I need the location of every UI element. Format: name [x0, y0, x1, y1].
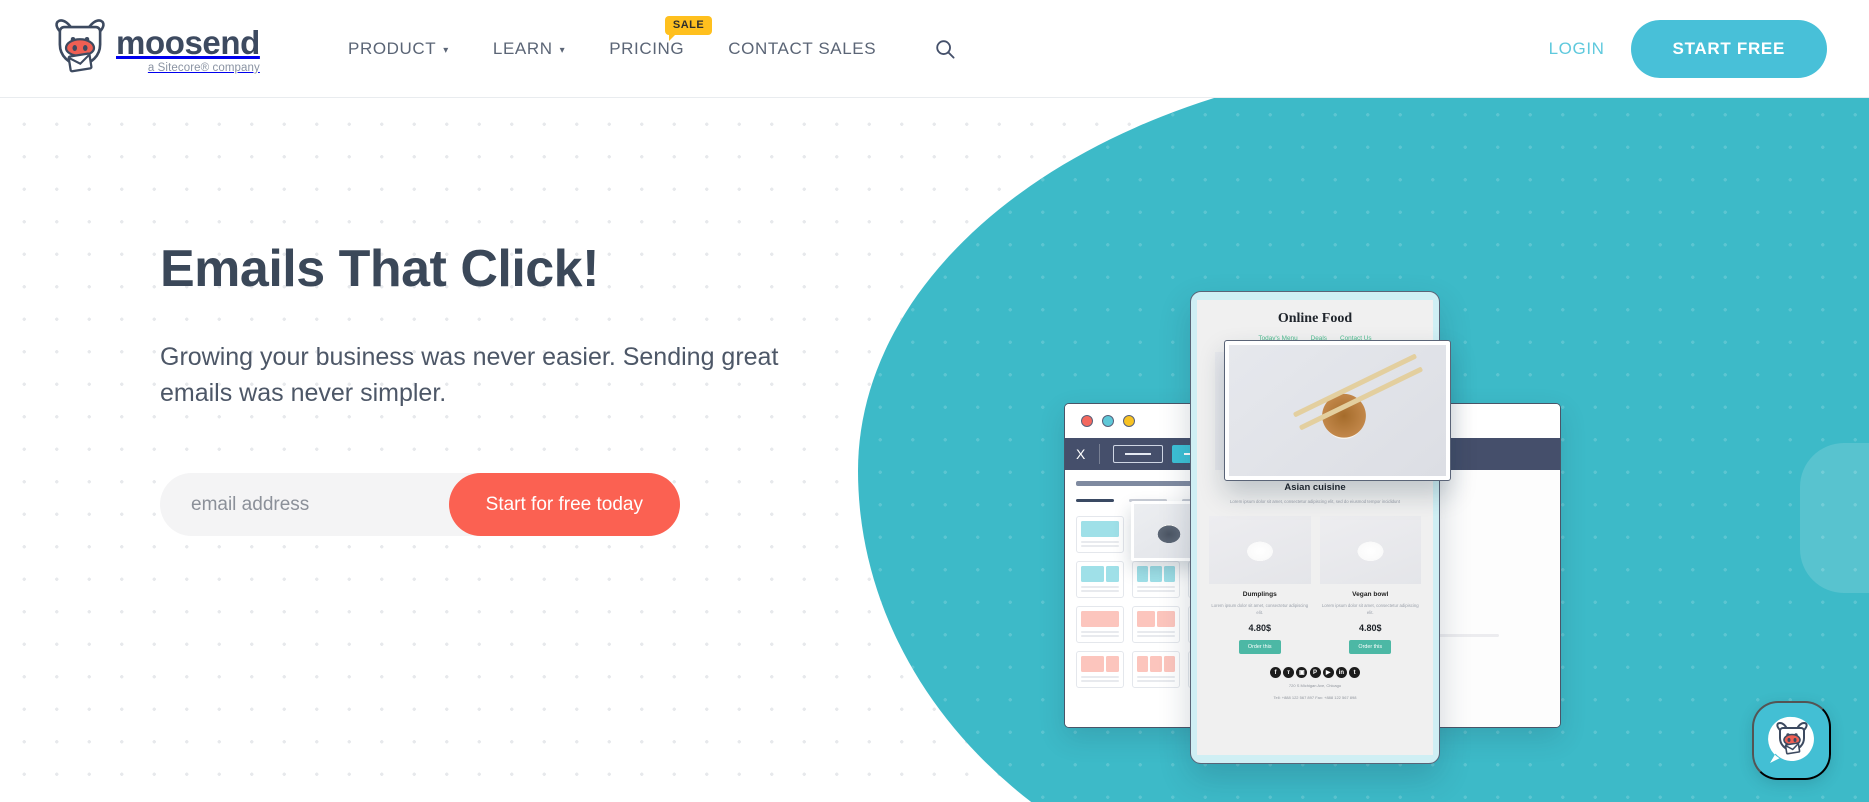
- twitter-icon[interactable]: т: [1283, 667, 1295, 679]
- hero-subtitle: Growing your business was never easier. …: [160, 343, 779, 407]
- nav-label: PRICING: [609, 39, 685, 58]
- window-maximize-dot[interactable]: [1123, 415, 1135, 427]
- header-actions: LOGIN START FREE: [1523, 0, 1827, 98]
- email-product-list: Dumplings Lorem ipsum dolor sit amet, co…: [1197, 516, 1433, 655]
- toolbar-divider: [1099, 444, 1101, 464]
- logo-wordmark: moosend: [116, 24, 260, 61]
- nav-item-pricing[interactable]: PRICING SALE: [587, 16, 713, 67]
- moosend-logo[interactable]: moosend a Sitecore® company: [52, 18, 260, 78]
- chevron-down-icon: ▾: [559, 44, 566, 56]
- dumplings-photo: [1229, 345, 1446, 476]
- email-brand-title: Online Food: [1277, 311, 1353, 326]
- nav-label: PRODUCT: [348, 39, 437, 58]
- logo-text: moosend a Sitecore® company: [116, 26, 260, 78]
- chopstick: [1298, 366, 1424, 431]
- start-for-free-button[interactable]: Start for free today: [448, 473, 680, 537]
- hero-section: Emails That Click! Growing your business…: [0, 98, 1869, 802]
- email-product-item: Dumplings Lorem ipsum dolor sit amet, co…: [1209, 516, 1311, 655]
- layout-block[interactable]: [1076, 561, 1124, 598]
- cow-mascot-icon: [55, 19, 105, 73]
- layout-block[interactable]: [1076, 651, 1124, 688]
- layout-block[interactable]: [1076, 606, 1124, 643]
- order-button[interactable]: Order this: [1238, 640, 1281, 655]
- sidebar-tab[interactable]: [1076, 499, 1114, 502]
- layout-block[interactable]: [1132, 561, 1180, 598]
- sale-badge: SALE: [664, 16, 713, 41]
- email-address-line-2: Tell: +888 122 567 897 Fax: +888 122 567…: [1273, 694, 1357, 700]
- signup-form: Start for free today: [160, 473, 680, 537]
- hero-copy: Emails That Click! Growing your business…: [160, 240, 880, 537]
- layout-block[interactable]: [1076, 516, 1124, 553]
- email-footer: f т ▣ P ▶ in t 720 S Michigan Ave, Chica…: [1197, 667, 1433, 711]
- email-section-title: Asian cuisine: [1284, 482, 1346, 493]
- social-links: f т ▣ P ▶ in t: [1197, 667, 1433, 679]
- hero-illustration: X Online Food Today's Menu Deals Contact…: [1055, 218, 1575, 802]
- toolbar-button[interactable]: [1113, 445, 1164, 463]
- site-header: moosend a Sitecore® company PRODUCT ▾ LE…: [0, 0, 1869, 98]
- window-minimize-dot[interactable]: [1102, 415, 1114, 427]
- search-button[interactable]: [920, 30, 970, 68]
- nav-label: LEARN: [492, 39, 553, 58]
- decorative-square: [1800, 443, 1869, 593]
- product-description: Lorem ipsum dolor sit amet, consectetur …: [1211, 603, 1309, 615]
- chevron-down-icon: ▾: [443, 44, 449, 56]
- nav-label: CONTACT SALES: [728, 39, 877, 58]
- product-photo: [1209, 516, 1311, 585]
- product-description: Lorem ipsum dolor sit amet, consectetur …: [1321, 603, 1419, 615]
- product-photo: [1319, 516, 1421, 585]
- main-nav: PRODUCT ▾ LEARN ▾ PRICING SALE CONTACT S…: [326, 0, 970, 98]
- login-link[interactable]: LOGIN: [1523, 29, 1631, 69]
- page-root: moosend a Sitecore® company PRODUCT ▾ LE…: [0, 0, 1869, 802]
- product-price: 4.80$: [1248, 623, 1272, 634]
- order-button[interactable]: Order this: [1349, 640, 1392, 655]
- chat-widget-button[interactable]: [1752, 701, 1831, 780]
- product-name: Vegan bowl: [1352, 591, 1389, 599]
- nav-item-contact-sales[interactable]: CONTACT SALES: [706, 31, 898, 67]
- moosend-cow-chat-icon: [1767, 716, 1814, 763]
- instagram-icon[interactable]: ▣: [1296, 667, 1308, 679]
- chopstick: [1292, 353, 1418, 418]
- product-name: Dumplings: [1242, 591, 1277, 599]
- close-icon[interactable]: X: [1076, 446, 1085, 462]
- youtube-icon[interactable]: ▶: [1322, 667, 1334, 679]
- email-product-item: Vegan bowl Lorem ipsum dolor sit amet, c…: [1319, 516, 1421, 655]
- pinterest-icon[interactable]: P: [1309, 667, 1321, 679]
- logo-tagline: a Sitecore® company: [147, 62, 260, 74]
- page-title: Emails That Click!: [160, 240, 599, 298]
- linkedin-icon[interactable]: in: [1335, 667, 1347, 679]
- layout-block[interactable]: [1132, 651, 1180, 688]
- floating-image-card-large: [1224, 340, 1451, 481]
- layout-block[interactable]: [1132, 606, 1180, 643]
- nav-item-product[interactable]: PRODUCT ▾: [326, 31, 471, 67]
- start-free-button[interactable]: START FREE: [1630, 20, 1827, 78]
- window-close-dot[interactable]: [1081, 415, 1093, 427]
- email-section-text: Lorem ipsum dolor sit amet, consectetur …: [1229, 499, 1401, 504]
- product-price: 4.80$: [1358, 623, 1382, 634]
- search-icon: [936, 40, 955, 59]
- email-address-line-1: 720 S Michigan Ave, Chicago: [1288, 683, 1342, 689]
- nav-item-learn[interactable]: LEARN ▾: [471, 31, 587, 67]
- sidebar-title-placeholder: [1076, 481, 1198, 486]
- facebook-icon[interactable]: f: [1269, 667, 1281, 679]
- tumblr-icon[interactable]: t: [1349, 667, 1361, 679]
